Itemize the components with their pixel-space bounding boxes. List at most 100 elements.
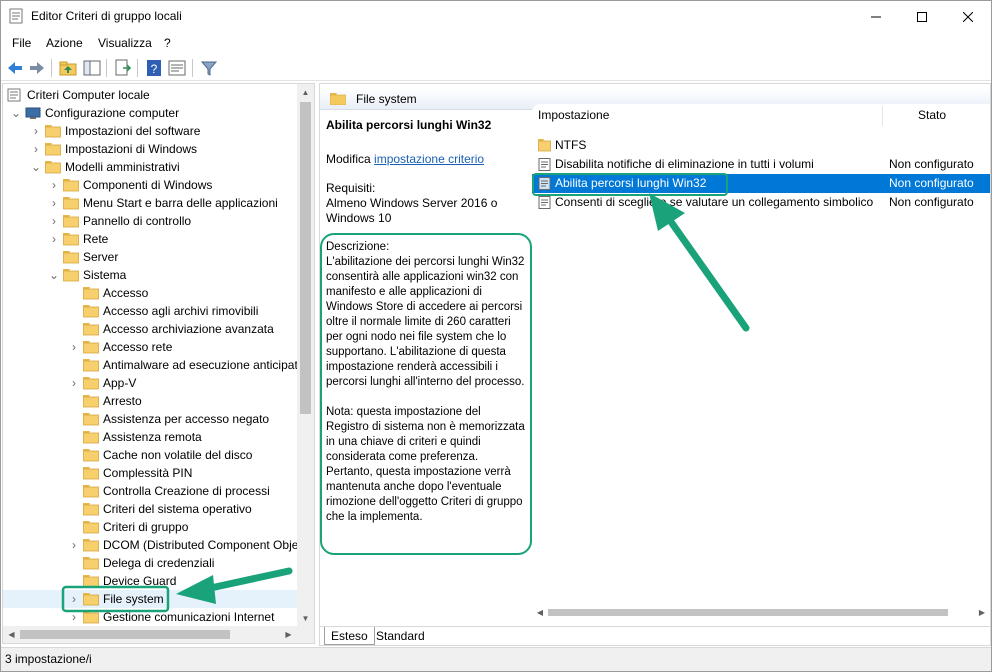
tree-item[interactable]: Arresto [3,392,297,410]
filter-icon[interactable] [199,58,219,78]
chevron-down-icon[interactable]: ⌄ [11,104,21,122]
folder-icon [63,197,79,210]
tree-item[interactable]: Assistenza per accesso negato [3,410,297,428]
help-icon[interactable]: ? [144,58,164,78]
tree-item[interactable]: › App-V [3,374,297,392]
chevron-down-icon[interactable]: ⌄ [49,266,59,284]
folder-icon [83,413,99,426]
tab-esteso[interactable]: Esteso [324,627,375,645]
scroll-up-icon[interactable]: ▲ [297,84,314,101]
tree-item[interactable]: Criteri del sistema operativo [3,500,297,518]
tree-item[interactable]: Controlla Creazione di processi [3,482,297,500]
back-icon[interactable] [5,58,25,78]
chevron-right-icon[interactable]: › [69,590,79,608]
folder-icon [538,139,551,152]
status-text: 3 impostazione/i [5,652,92,666]
minimize-button[interactable] [853,1,899,32]
tree-item[interactable]: Delega di credenziali [3,554,297,572]
tree-item[interactable]: › Impostazioni di Windows [3,140,297,158]
tree-hscroll-thumb[interactable] [20,630,230,639]
status-bar: 3 impostazione/i [1,647,991,671]
menu-bar: File Azione Visualizza ? [1,33,991,53]
tree-item[interactable]: › Impostazioni del software [3,122,297,140]
menu-azione[interactable]: Azione [46,36,83,50]
menu-help[interactable]: ? [164,36,171,50]
list-scroll-left-icon[interactable]: ◀ [532,604,548,621]
setting-state: Non configurato [889,176,974,190]
tree-item[interactable]: Criteri di gruppo [3,518,297,536]
modify-policy-link[interactable]: impostazione criterio [374,152,484,166]
tree-item-label: Accesso archiviazione avanzata [103,322,274,336]
chevron-right-icon[interactable]: › [31,140,41,158]
tree-item[interactable]: Accesso agli archivi rimovibili [3,302,297,320]
tree-item-label: Gestione comunicazioni Internet [103,610,275,624]
tree-item[interactable]: › Componenti di Windows [3,176,297,194]
menu-file[interactable]: File [12,36,31,50]
tab-standard[interactable]: Standard [370,627,431,645]
chevron-right-icon[interactable]: › [49,230,59,248]
tree-scroll-thumb[interactable] [300,102,311,414]
folder-icon [83,575,99,588]
tree-item[interactable]: Antimalware ad esecuzione anticipat [3,356,298,374]
chevron-right-icon[interactable]: › [69,536,79,554]
tree-item[interactable]: Server [3,248,297,266]
folder-icon [83,557,99,570]
tree-item[interactable]: Accesso archiviazione avanzata [3,320,297,338]
tree-item[interactable]: › Pannello di controllo [3,212,297,230]
folder-icon [83,467,99,480]
tree-item-label: Delega di credenziali [103,556,215,570]
tree-item[interactable]: Complessità PIN [3,464,297,482]
tree-item[interactable]: Cache non volatile del disco [3,446,297,464]
tree-item[interactable]: ⌄ Configurazione computer [3,104,297,122]
tree-item[interactable]: › Menu Start e barra delle applicazioni [3,194,297,212]
chevron-down-icon[interactable]: ⌄ [31,158,41,176]
properties-icon[interactable] [167,58,187,78]
forward-icon[interactable] [27,58,47,78]
tree-item[interactable]: Assistenza remota [3,428,297,446]
column-header-state[interactable]: Stato [918,104,946,126]
maximize-button[interactable] [899,1,945,32]
view-tabs: Esteso Standard [320,626,990,645]
chevron-right-icon[interactable]: › [69,608,79,626]
chevron-right-icon[interactable]: › [69,374,79,392]
tree-item[interactable]: › Accesso rete [3,338,297,356]
up-folder-icon[interactable] [58,58,78,78]
scroll-left-icon[interactable]: ◀ [3,626,20,643]
folder-icon [83,485,99,498]
tree-item[interactable]: › Gestione comunicazioni Internet [3,608,297,626]
tree-pane[interactable]: Criteri Computer locale ⌄ Configurazione c… [2,83,315,644]
scroll-right-icon[interactable]: ▶ [280,626,297,643]
folder-icon [83,449,99,462]
chevron-right-icon[interactable]: › [49,194,59,212]
tree-item[interactable]: Device Guard [3,572,297,590]
tree-item-label: Criteri Computer locale [27,88,150,102]
setting-row[interactable]: NTFS [532,136,990,155]
tree-item[interactable]: › Rete [3,230,297,248]
tree-item[interactable]: › File system [3,590,297,608]
menu-visualizza[interactable]: Visualizza [98,36,152,50]
show-hide-tree-icon[interactable] [82,58,102,78]
details-pane: File system Abilita percorsi lunghi Win3… [319,83,991,646]
tree-item[interactable]: ⌄ Sistema [3,266,297,284]
list-scroll-right-icon[interactable]: ▶ [974,604,990,621]
tree-item[interactable]: ⌄ Modelli amministrativi [3,158,297,176]
chevron-right-icon[interactable]: › [31,122,41,140]
setting-row[interactable]: Disabilita notifiche di eliminazione in … [532,155,990,174]
tree-item[interactable]: › DCOM (Distributed Component Obje [3,536,298,554]
chevron-right-icon[interactable]: › [49,212,59,230]
tree-vertical-scrollbar[interactable]: ▲ ▼ [297,84,314,627]
list-hscroll-thumb[interactable] [548,609,948,616]
export-list-icon[interactable] [113,58,133,78]
description-callout-frame [320,233,532,555]
tree-item-label: Rete [83,232,109,246]
tree-item[interactable]: Criteri Computer locale [3,86,297,104]
close-button[interactable] [945,1,991,32]
tree-horizontal-scrollbar[interactable]: ◀ ▶ [3,626,314,643]
column-header-setting[interactable]: Impostazione [538,104,883,126]
scroll-down-icon[interactable]: ▼ [297,610,314,627]
list-horizontal-scrollbar[interactable]: ◀ ▶ [532,604,990,621]
chevron-right-icon[interactable]: › [69,338,79,356]
tree-item[interactable]: Accesso [3,284,297,302]
chevron-right-icon[interactable]: › [49,176,59,194]
tree-item-label: App-V [103,376,137,390]
